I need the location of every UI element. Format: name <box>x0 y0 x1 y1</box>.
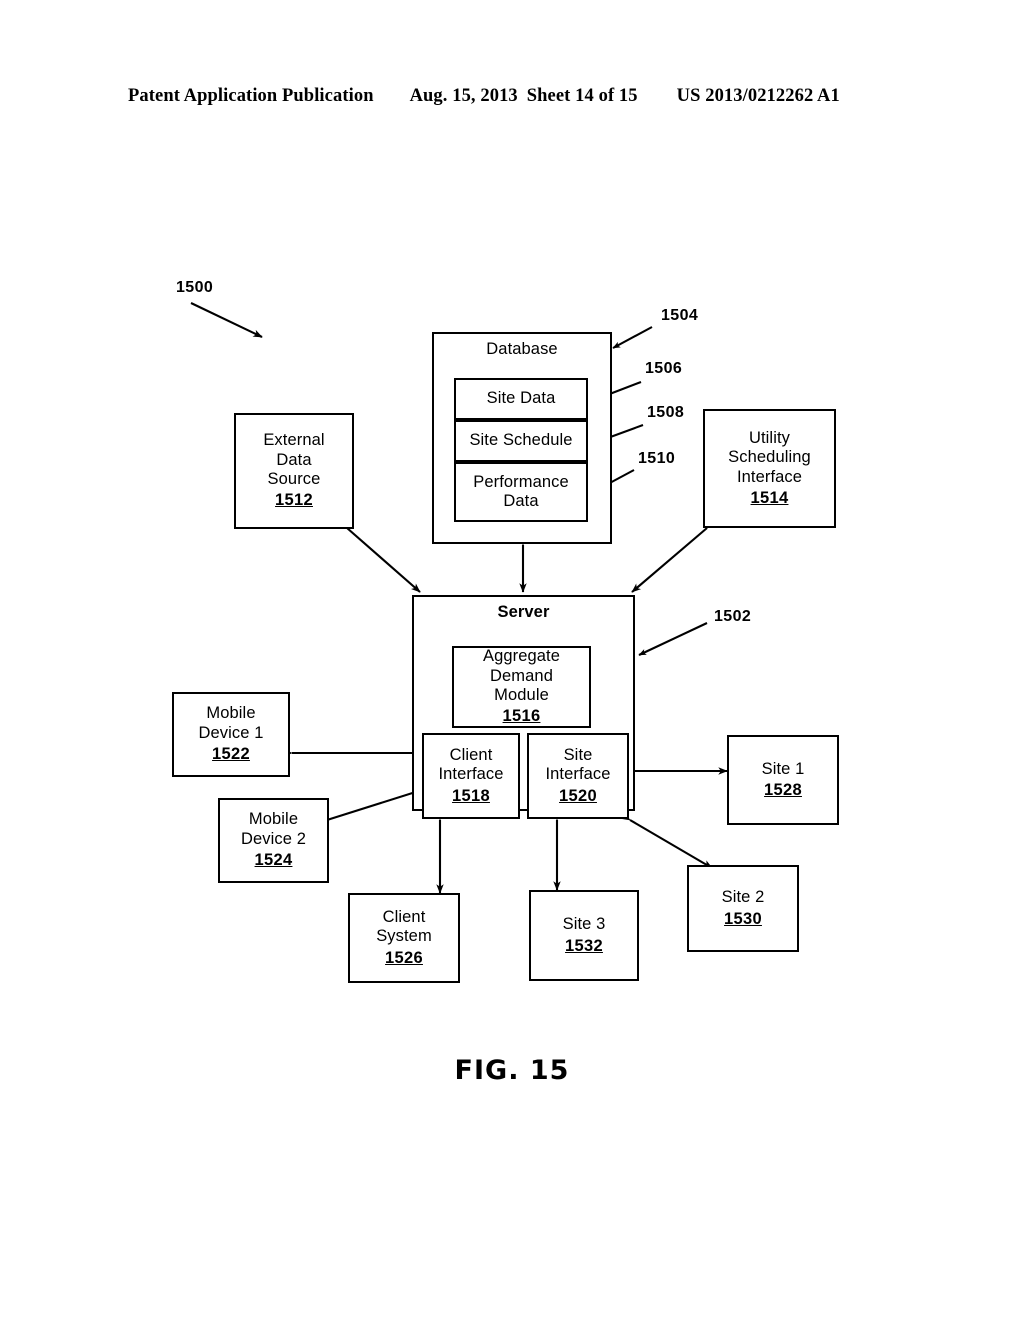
figure-15-diagram: 1500 1504 1506 1508 1510 1502 Database S… <box>0 0 1024 1320</box>
site-schedule-label: Site Schedule <box>469 431 573 450</box>
site-interface-line2: Interface <box>545 765 611 784</box>
mobile-device-1-ref: 1522 <box>212 745 250 764</box>
site-1-ref: 1528 <box>764 781 802 799</box>
utility-scheduling-ref: 1514 <box>750 488 789 507</box>
client-interface-ref: 1518 <box>452 786 490 805</box>
callout-1508: 1508 <box>647 404 685 421</box>
leader-1500 <box>190 302 263 338</box>
arrow-utility-interface-server <box>631 519 717 593</box>
callout-1506: 1506 <box>645 360 683 377</box>
arrow-site-interface-site2 <box>620 812 713 869</box>
mobile-device-1-block[interactable]: Mobile Device 1 1522 <box>172 692 290 777</box>
client-interface-line2: Interface <box>438 765 504 784</box>
site-data-label: Site Data <box>486 389 556 408</box>
mobile-device-2-line2: Device 2 <box>241 829 306 848</box>
leader-1502 <box>638 622 708 656</box>
site-interface-line1: Site <box>563 745 593 764</box>
site-2-ref: 1530 <box>724 909 762 928</box>
server-title: Server <box>497 603 550 621</box>
mobile-device-2-block[interactable]: Mobile Device 2 1524 <box>218 798 329 883</box>
mobile-device-1-line2: Device 1 <box>198 723 264 742</box>
site-1-label: Site 1 <box>761 759 805 778</box>
aggregate-demand-line2: Demand <box>490 666 553 685</box>
leader-1504 <box>612 326 653 349</box>
arrow-external-source-server <box>338 519 421 593</box>
aggregate-demand-line1: Aggregate <box>482 647 561 666</box>
client-interface-line1: Client <box>449 745 493 764</box>
client-system-ref: 1526 <box>385 948 423 967</box>
site-3-ref: 1532 <box>565 936 603 955</box>
arrow-mobile2-client-interface <box>317 788 423 827</box>
performance-data-label-line1: Performance Data <box>473 472 569 510</box>
mobile-device-2-line1: Mobile <box>248 810 299 829</box>
callout-1500: 1500 <box>176 279 214 296</box>
site-2-label: Site 2 <box>721 888 765 907</box>
callout-1510: 1510 <box>638 450 676 467</box>
callout-1504: 1504 <box>661 307 699 324</box>
aggregate-demand-module-block[interactable]: Aggregate Demand Module 1516 <box>452 646 591 728</box>
mobile-device-2-ref: 1524 <box>254 851 293 870</box>
site-interface-block[interactable]: Site Interface 1520 <box>527 733 629 819</box>
figure-caption: FIG. 15 <box>454 1055 570 1086</box>
mobile-device-1-line1: Mobile <box>206 704 256 723</box>
site-schedule-block[interactable]: Site Schedule <box>454 420 588 462</box>
aggregate-demand-ref: 1516 <box>502 707 541 726</box>
external-data-source-line2: Data <box>276 450 312 469</box>
client-interface-block[interactable]: Client Interface 1518 <box>422 733 520 819</box>
site-interface-ref: 1520 <box>559 786 597 805</box>
database-title: Database <box>486 340 558 358</box>
client-system-block[interactable]: Client System 1526 <box>348 893 460 983</box>
site-3-label: Site 3 <box>562 915 606 934</box>
external-data-source-ref: 1512 <box>275 491 313 510</box>
utility-scheduling-line3: Interface <box>736 467 803 486</box>
performance-data-block[interactable]: Performance Data <box>454 462 588 522</box>
site-3-block[interactable]: Site 3 1532 <box>529 890 639 981</box>
external-data-source-block[interactable]: External Data Source 1512 <box>234 413 354 529</box>
site-1-block[interactable]: Site 1 1528 <box>727 735 839 825</box>
aggregate-demand-line3: Module <box>494 686 549 704</box>
client-system-line2: System <box>376 927 432 946</box>
utility-scheduling-line2: Scheduling <box>728 448 811 467</box>
external-data-source-line1: External <box>263 431 325 450</box>
callout-1502: 1502 <box>714 608 752 625</box>
utility-scheduling-line1: Utility <box>748 428 791 447</box>
client-system-line1: Client <box>382 907 426 926</box>
site-data-block[interactable]: Site Data <box>454 378 588 420</box>
external-data-source-line3: Source <box>267 470 321 488</box>
utility-scheduling-interface-block[interactable]: Utility Scheduling Interface 1514 <box>703 409 836 528</box>
site-2-block[interactable]: Site 2 1530 <box>687 865 799 952</box>
